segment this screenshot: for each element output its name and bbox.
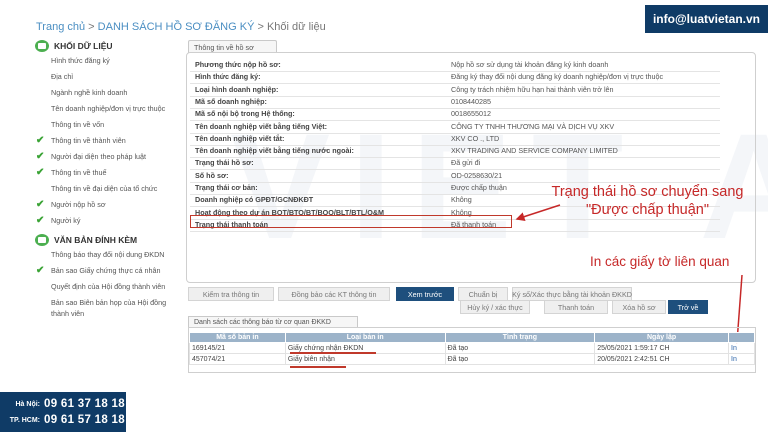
table-row: 169145/21 Giấy chứng nhận ĐKDN Đã tạo 25/05…: [189, 342, 755, 354]
hotline-box: Hà Nội: 09 61 37 18 18 TP. HCM: 09 61 57…: [0, 392, 126, 432]
hotline-city: TP. HCM:: [9, 416, 40, 424]
hotline-row: TP. HCM: 09 61 57 18 18: [4, 412, 126, 428]
notice-date: 20/05/2021 2:42:51 CH: [594, 353, 730, 365]
annotation-underline: [290, 352, 376, 354]
column-header: Tình trạng: [444, 332, 596, 343]
table-header: Mã số bản in Loại bản in Tình trạng Ngày…: [189, 332, 755, 343]
column-header[interactable]: Ngày lập: [594, 332, 730, 343]
annotation-underline: [290, 366, 346, 368]
table-row: 457074/21 Giấy biên nhận Đã tạo 20/05/2021 …: [189, 353, 755, 365]
notices-table: Mã số bản in Loại bản in Tình trạng Ngày…: [189, 332, 755, 365]
notice-status: Đã tạo: [444, 353, 596, 365]
action-button[interactable]: Xem trước: [396, 287, 454, 301]
hotline-number: 09 61 37 18 18: [44, 398, 125, 410]
notice-code: 457074/21: [189, 353, 286, 365]
print-link[interactable]: In: [728, 353, 755, 365]
hotline-city: Hà Nội:: [15, 400, 41, 408]
notice-date: 25/05/2021 1:59:17 CH: [594, 342, 730, 354]
action-button[interactable]: Hủy ký / xác thực: [460, 300, 530, 314]
action-button[interactable]: Trở về: [668, 300, 708, 314]
notice-type: Giấy biên nhận: [284, 353, 446, 365]
action-button[interactable]: Xóa hồ sơ: [612, 300, 666, 314]
action-button[interactable]: Ký số/Xác thực bằng tài khoản ĐKKD: [512, 287, 632, 301]
hotline-number: 09 61 57 18 18: [44, 414, 125, 426]
notice-status: Đã tạo: [444, 342, 596, 354]
action-button[interactable]: Chuẩn bị: [458, 287, 508, 301]
arrow-to-status: [515, 204, 561, 221]
column-header: Mã số bản in: [189, 332, 286, 343]
action-button[interactable]: Kiểm tra thông tin: [188, 287, 274, 301]
action-button[interactable]: Đồng bảo các KT thông tin: [278, 287, 390, 301]
column-header: [728, 332, 755, 343]
print-link[interactable]: In: [728, 342, 755, 354]
hotline-row: Hà Nội: 09 61 37 18 18: [4, 396, 126, 412]
action-button[interactable]: Thanh toán: [544, 300, 608, 314]
column-header: Loại bản in: [284, 332, 446, 343]
notice-code: 169145/21: [189, 342, 286, 354]
